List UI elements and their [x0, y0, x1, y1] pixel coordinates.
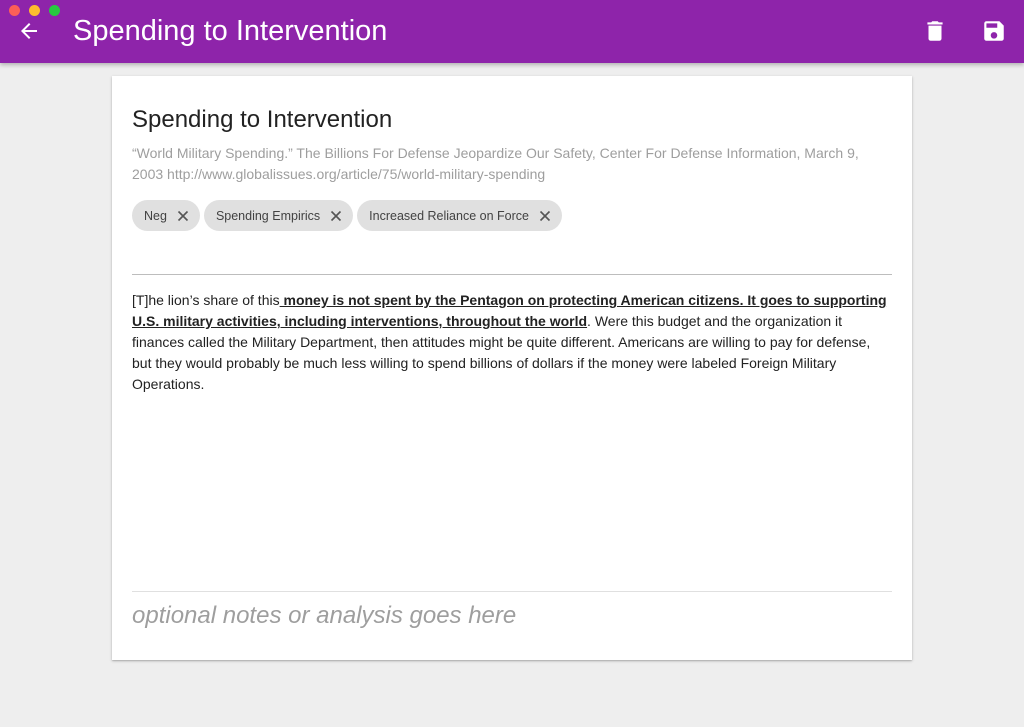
close-icon — [331, 210, 342, 221]
window-close-button[interactable] — [9, 5, 20, 16]
delete-button[interactable] — [919, 15, 951, 47]
app-bar: Spending to Intervention — [0, 0, 1024, 63]
arrow-back-icon — [21, 23, 37, 39]
page-title: Spending to Intervention — [73, 15, 388, 47]
tag-label: Increased Reliance on Force — [369, 208, 529, 223]
body-text-part: [T]he lion’s share of this — [132, 292, 280, 308]
tag-chip[interactable]: Neg — [132, 200, 200, 231]
trash-icon — [927, 21, 943, 41]
floppy-disk-icon — [984, 21, 1004, 41]
chip-remove-button[interactable] — [176, 209, 190, 223]
save-button[interactable] — [978, 15, 1010, 47]
window-zoom-button[interactable] — [49, 5, 60, 16]
chip-remove-button[interactable] — [329, 209, 343, 223]
notes-input[interactable] — [132, 598, 892, 634]
close-icon — [177, 210, 189, 221]
citation-text[interactable]: “World Military Spending.” The Billions … — [132, 143, 892, 185]
chip-remove-button[interactable] — [538, 209, 552, 223]
window-minimize-button[interactable] — [29, 5, 40, 16]
tag-list: Neg Spending Empirics Increased Reliance… — [132, 200, 562, 231]
divider — [132, 591, 892, 592]
tag-chip[interactable]: Increased Reliance on Force — [357, 200, 562, 231]
tag-chip[interactable]: Spending Empirics — [203, 200, 354, 231]
card-title[interactable]: Spending to Intervention — [132, 104, 392, 136]
back-button[interactable] — [14, 16, 44, 46]
card-editor: Spending to Intervention “World Military… — [112, 76, 912, 660]
close-icon — [539, 210, 551, 221]
tag-label: Neg — [144, 208, 167, 223]
card-body-text[interactable]: [T]he lion’s share of this money is not … — [132, 290, 892, 395]
tag-label: Spending Empirics — [215, 208, 321, 223]
divider — [132, 274, 892, 275]
